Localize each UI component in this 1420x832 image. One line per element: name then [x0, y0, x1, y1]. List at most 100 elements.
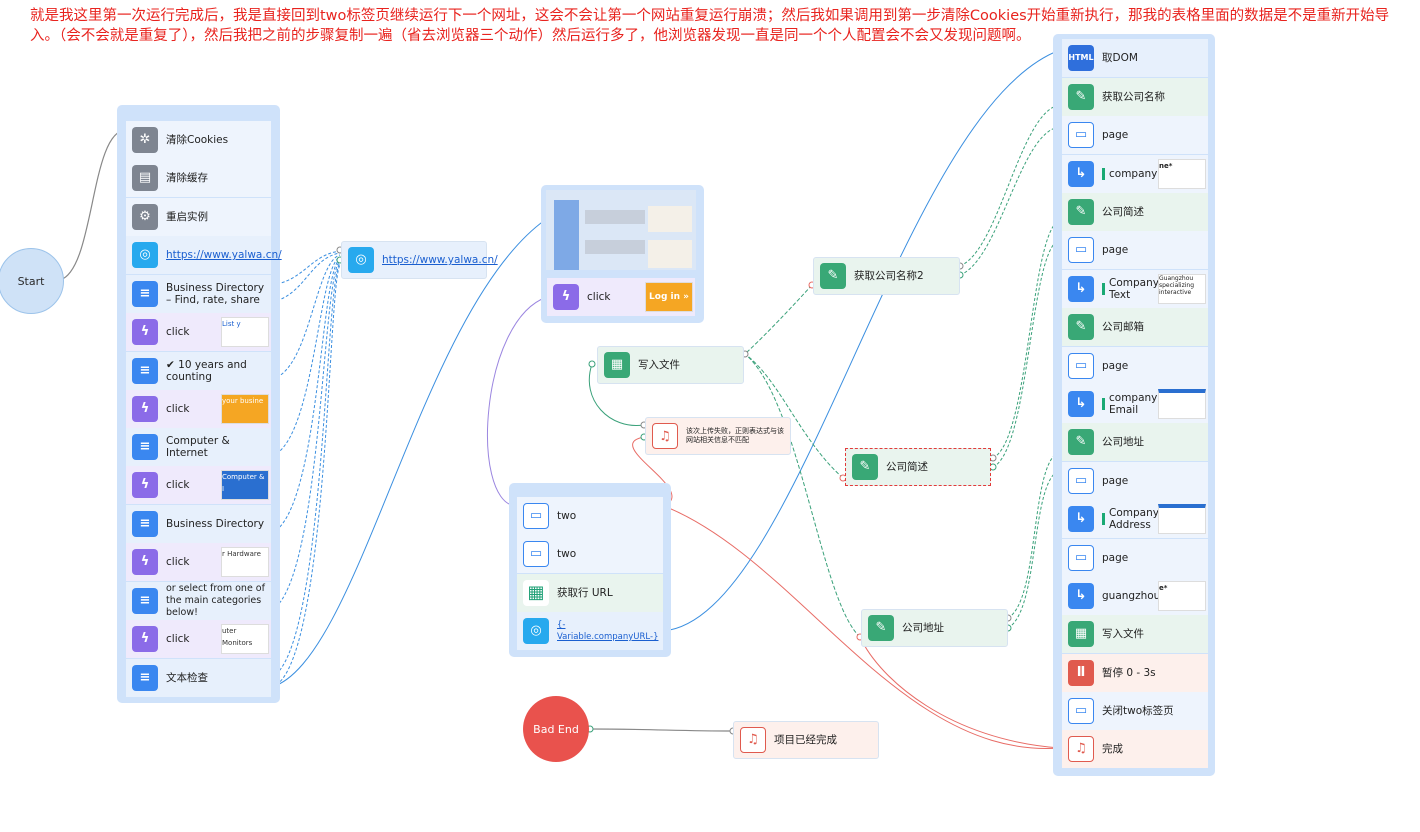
- node-label: 重启实例: [166, 211, 208, 223]
- node-jump-companyaddress[interactable]: ↳ CompanyAddress: [1062, 500, 1208, 538]
- node-get-company-name[interactable]: ✎ 获取公司名称: [1062, 78, 1208, 116]
- wire-url-to-getdom: [662, 49, 1061, 632]
- wire-name2-to-right-b: [959, 126, 1061, 276]
- node-label: Business Directory – Find, rate, share: [166, 282, 265, 306]
- node-text-4[interactable]: ≡ Business Directory: [126, 505, 271, 543]
- node-two-1[interactable]: ▭ two: [517, 497, 663, 535]
- node-page-2[interactable]: ▭ page: [1062, 231, 1208, 269]
- window-icon: ▭: [1068, 468, 1094, 494]
- node-label: 公司邮箱: [1102, 321, 1144, 333]
- node-label: 该次上传失败，正则表达式与该网站相关信息不匹配: [686, 427, 784, 444]
- node-thumb: Computer & I: [221, 470, 269, 500]
- node-jump-companytext[interactable]: ↳ CompanyText Guangzhou specializing inter…: [1062, 270, 1208, 308]
- bad-end-node[interactable]: Bad End: [523, 696, 589, 762]
- node-pause[interactable]: Ⅱ 暂停 0 - 3s: [1062, 654, 1208, 692]
- node-jump-guangzhou[interactable]: ↳ guangzhou e*: [1062, 577, 1208, 615]
- node-get-dom[interactable]: HTML 取DOM: [1062, 39, 1208, 77]
- node-company-desc-action[interactable]: ✎ 公司简述: [1062, 193, 1208, 231]
- node-company-desc[interactable]: ✎ 公司简述: [845, 448, 991, 486]
- node-text-5[interactable]: ≡ or select from one of the main categori…: [126, 582, 271, 620]
- node-label: company: [1109, 168, 1158, 180]
- node-thumb: ne*: [1158, 159, 1206, 189]
- node-label: page: [1102, 129, 1129, 141]
- window-icon: ▭: [1068, 237, 1094, 263]
- wire-addr-to-write: [744, 353, 861, 638]
- node-write-file[interactable]: ▦ 写入文件: [597, 346, 744, 384]
- node-thumb: Log in »: [645, 282, 693, 312]
- node-yalwa-url[interactable]: ◎ https://www.yalwa.cn/: [341, 241, 498, 279]
- bell-icon: ♫: [1068, 736, 1094, 762]
- pencil-icon: ✎: [1068, 199, 1094, 225]
- window-icon: ▭: [1068, 545, 1094, 571]
- node-text-check[interactable]: ≡ 文本检查: [126, 659, 271, 697]
- node-label: page: [1102, 360, 1129, 372]
- node-project-done[interactable]: ♫ 项目已经完成: [733, 721, 879, 759]
- node-login-click[interactable]: ϟ click Log in »: [547, 278, 695, 316]
- jump-arrow-icon: ↳: [1068, 391, 1094, 417]
- bell-icon: ♫: [740, 727, 766, 753]
- status-bar: [1102, 398, 1105, 410]
- node-page-5[interactable]: ▭ page: [1062, 539, 1208, 577]
- blurred-region: [585, 210, 645, 224]
- node-label: guangzhou: [1102, 590, 1161, 602]
- wire-name2-to-write: [744, 284, 813, 355]
- node-alert[interactable]: ♫ 该次上传失败，正则表达式与该网站相关信息不匹配: [645, 417, 791, 455]
- node-text-3[interactable]: ≡ Computer & Internet: [126, 428, 271, 466]
- node-click-1[interactable]: ϟ click List y: [126, 313, 271, 351]
- node-clear-cookies[interactable]: ✲ 清除Cookies: [126, 121, 271, 159]
- node-label: 公司地址: [902, 622, 944, 634]
- node-jump-companyemail[interactable]: ↳ companyEmail: [1062, 385, 1208, 423]
- jump-arrow-icon: ↳: [1068, 276, 1094, 302]
- pencil-icon: ✎: [852, 454, 878, 480]
- node-label: 公司地址: [1102, 436, 1144, 448]
- node-company-email[interactable]: ✎ 公司邮箱: [1062, 308, 1208, 346]
- node-label: 公司简述: [886, 461, 928, 473]
- node-close-tab[interactable]: ▭ 关闭two标签页: [1062, 692, 1208, 730]
- node-write-file-right[interactable]: ▦ 写入文件: [1062, 615, 1208, 653]
- node-page-4[interactable]: ▭ page: [1062, 462, 1208, 500]
- node-text-2[interactable]: ≡ ✔ 10 years and counting: [126, 352, 271, 390]
- lightning-icon: ϟ: [132, 319, 158, 345]
- node-label: click: [166, 479, 190, 491]
- node-page-3[interactable]: ▭ page: [1062, 347, 1208, 385]
- pencil-icon: ✎: [1068, 314, 1094, 340]
- node-company-url[interactable]: ◎ {-Variable.companyURL-}: [517, 612, 663, 650]
- node-click-5[interactable]: ϟ click uter Monitors: [126, 620, 271, 658]
- wire-addr-to-finish: [859, 636, 1061, 749]
- node-page-1[interactable]: ▭ page: [1062, 116, 1208, 154]
- node-thumb: your busine: [221, 394, 269, 424]
- blurred-region: [585, 240, 645, 254]
- text-check-icon: ≡: [132, 511, 158, 537]
- node-click-4[interactable]: ϟ click r Hardware: [126, 543, 271, 581]
- node-company-addr[interactable]: ✎ 公司地址: [861, 609, 1008, 647]
- node-label: click: [166, 633, 190, 645]
- node-label: https://www.yalwa.cn/: [166, 249, 282, 261]
- node-label: CompanyText: [1109, 277, 1159, 301]
- wire-left-to-yalwa-1: [271, 250, 341, 286]
- node-click-3[interactable]: ϟ click Computer & I: [126, 466, 271, 504]
- node-text-1[interactable]: ≡ Business Directory – Find, rate, share: [126, 275, 271, 313]
- start-node[interactable]: Start: [0, 248, 64, 314]
- jump-arrow-icon: ↳: [1068, 506, 1094, 532]
- node-thumb: e*: [1158, 581, 1206, 611]
- wire-desc-to-right: [992, 219, 1061, 459]
- node-two-2[interactable]: ▭ two: [517, 535, 663, 573]
- node-click-2[interactable]: ϟ click your busine: [126, 390, 271, 428]
- node-get-row-url[interactable]: ▦ 获取行 URL: [517, 574, 663, 612]
- status-bar: [1102, 513, 1105, 525]
- node-company-address[interactable]: ✎ 公司地址: [1062, 423, 1208, 461]
- node-jump-company[interactable]: ↳ company ne*: [1062, 155, 1208, 193]
- node-open-url[interactable]: ◎ https://www.yalwa.cn/: [126, 236, 282, 274]
- node-restart[interactable]: ⚙ 重启实例: [126, 198, 271, 236]
- node-label: ✔ 10 years and counting: [166, 359, 247, 383]
- node-label: CompanyAddress: [1109, 507, 1159, 531]
- node-clear-cache[interactable]: ▤ 清除缓存: [126, 159, 271, 197]
- node-label: 清除缓存: [166, 172, 208, 184]
- table-icon: ▦: [523, 580, 549, 606]
- wire-left-to-yalwa-2: [271, 252, 341, 303]
- node-label: Computer & Internet: [166, 435, 230, 459]
- lightning-icon: ϟ: [132, 472, 158, 498]
- node-company-name2[interactable]: ✎ 获取公司名称2: [813, 257, 960, 295]
- node-finish[interactable]: ♫ 完成: [1062, 730, 1208, 768]
- text-check-icon: ≡: [132, 665, 158, 691]
